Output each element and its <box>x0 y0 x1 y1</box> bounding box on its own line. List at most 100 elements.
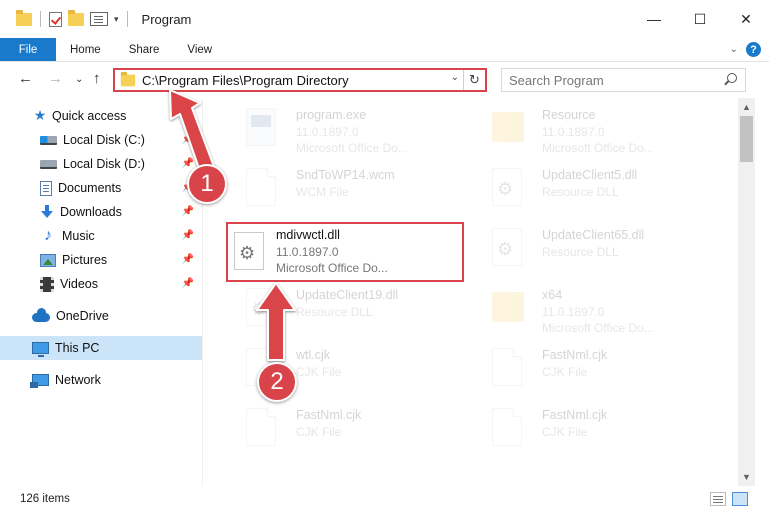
maximize-button[interactable]: ☐ <box>677 0 723 38</box>
pane-divider[interactable] <box>202 98 203 486</box>
file-name: FastNml.cjk <box>296 408 362 422</box>
file-version: 11.0.1897.0 <box>542 305 605 319</box>
file-type: CJK File <box>542 365 588 379</box>
file-item[interactable]: FastNml.cjk CJK File <box>470 402 706 460</box>
details-view-button[interactable] <box>710 492 726 506</box>
file-type: WCM File <box>296 185 349 199</box>
file-item[interactable]: FastNml.cjk CJK File <box>470 342 706 400</box>
search-box[interactable]: Search Program <box>501 68 746 92</box>
pin-icon[interactable]: 📌 <box>182 158 194 169</box>
file-type: Resource DLL <box>542 185 619 199</box>
forward-button[interactable]: → <box>48 70 63 87</box>
sidebar-item-local-disk-d[interactable]: Local Disk (D:) 📌 <box>0 152 202 176</box>
file-item[interactable]: FastNml.cjk CJK File <box>224 402 460 460</box>
tab-file[interactable]: File <box>0 38 56 61</box>
sidebar-item-music[interactable]: ♪ Music 📌 <box>0 224 202 248</box>
file-description: Microsoft Office Do... <box>542 141 654 155</box>
recent-locations-chevron-icon[interactable]: ⌄ <box>75 74 83 85</box>
documents-icon <box>40 180 52 196</box>
sidebar-item-label: Network <box>55 373 101 387</box>
file-name: wtl.cjk <box>296 348 331 362</box>
file-item[interactable]: UpdateClient19.dll Resource DLL <box>224 282 460 340</box>
sidebar-item-pictures[interactable]: Pictures 📌 <box>0 248 202 272</box>
address-path[interactable]: C:\Program Files\Program Directory <box>142 73 349 88</box>
sidebar-item-documents[interactable]: Documents 📌 <box>0 176 202 200</box>
new-folder-icon[interactable] <box>68 9 84 26</box>
file-name: mdivwctl.dll <box>276 228 340 242</box>
sidebar-item-label: Music <box>62 229 95 243</box>
file-version: 11.0.1897.0 <box>296 125 359 139</box>
properties-check-icon[interactable] <box>49 11 62 27</box>
navigation-pane: ★ Quick access Local Disk (C:) 📌 Local D… <box>0 98 202 486</box>
sidebar-item-downloads[interactable]: Downloads 📌 <box>0 200 202 224</box>
file-type: CJK File <box>542 425 588 439</box>
minimize-button[interactable]: — <box>631 0 677 38</box>
pin-icon[interactable]: 📌 <box>182 254 194 265</box>
expand-ribbon-chevron-icon[interactable]: ⌄ <box>730 44 738 55</box>
toolbar-separator <box>126 11 128 27</box>
file-item[interactable]: SndToWP14.wcm WCM File <box>224 162 460 220</box>
tiles-view-button[interactable] <box>732 492 748 506</box>
pin-icon[interactable]: 📌 <box>182 230 194 241</box>
refresh-button[interactable]: ↻ <box>463 70 485 90</box>
step-2-badge: 2 <box>257 362 297 402</box>
sidebar-item-this-pc[interactable]: This PC <box>0 336 202 360</box>
ribbon-tabs: File Home Share View ⌄ ? <box>0 38 769 62</box>
sidebar-item-local-disk-c[interactable]: Local Disk (C:) 📌 <box>0 128 202 152</box>
dll-file-icon <box>246 288 276 326</box>
file-description: Microsoft Office Do... <box>296 141 408 155</box>
star-icon: ★ <box>33 107 47 123</box>
search-icon[interactable] <box>727 73 737 83</box>
scroll-up-arrow-icon[interactable]: ▲ <box>742 102 751 112</box>
back-button[interactable]: ← <box>18 70 33 87</box>
close-button[interactable]: ✕ <box>723 0 769 38</box>
file-item[interactable]: x64 11.0.1897.0 Microsoft Office Do... <box>470 282 706 340</box>
pin-icon[interactable]: 📌 <box>182 278 194 289</box>
search-input[interactable]: Search Program <box>509 73 604 88</box>
document-file-icon <box>492 408 522 446</box>
status-bar: 126 items <box>0 486 769 528</box>
pin-icon[interactable]: 📌 <box>182 134 194 145</box>
pin-icon[interactable]: 📌 <box>182 206 194 217</box>
file-name: FastNml.cjk <box>542 408 608 422</box>
quick-access-toolbar: ▾ Program <box>0 0 191 38</box>
file-version: 11.0.1897.0 <box>542 125 605 139</box>
file-description: Microsoft Office Do... <box>542 321 654 335</box>
scroll-down-arrow-icon[interactable]: ▼ <box>742 472 751 482</box>
customize-toolbar-chevron-icon[interactable]: ▾ <box>114 14 119 25</box>
sidebar-item-quick-access[interactable]: ★ Quick access <box>0 104 202 128</box>
file-type: CJK File <box>296 425 342 439</box>
file-item[interactable]: Resource 11.0.1897.0 Microsoft Office Do… <box>470 102 706 160</box>
file-name: UpdateClient5.dll <box>542 168 638 182</box>
item-count: 126 items <box>20 493 70 505</box>
music-icon: ♪ <box>44 227 52 244</box>
address-bar[interactable]: C:\Program Files\Program Directory ⌄ ↻ <box>113 68 487 92</box>
sidebar-item-label: Pictures <box>62 253 108 267</box>
file-item[interactable]: program.exe 11.0.1897.0 Microsoft Office… <box>224 102 460 160</box>
file-description: Microsoft Office Do... <box>276 261 388 275</box>
tab-view[interactable]: View <box>173 38 226 61</box>
dll-file-icon <box>492 168 522 206</box>
sidebar-item-videos[interactable]: Videos 📌 <box>0 272 202 296</box>
sidebar-item-label: Quick access <box>52 109 127 123</box>
file-item-highlighted[interactable]: mdivwctl.dll 11.0.1897.0 Microsoft Offic… <box>226 222 464 282</box>
address-dropdown-chevron-icon[interactable]: ⌄ <box>451 72 459 83</box>
file-item[interactable]: UpdateClient5.dll Resource DLL <box>470 162 706 220</box>
dll-file-icon <box>492 228 522 266</box>
tab-home[interactable]: Home <box>56 38 115 61</box>
disk-icon <box>40 135 57 145</box>
address-folder-icon <box>120 71 136 86</box>
tab-share[interactable]: Share <box>115 38 174 61</box>
help-icon[interactable]: ? <box>746 42 761 57</box>
sidebar-item-network[interactable]: Network <box>0 368 202 392</box>
vertical-scrollbar[interactable]: ▲ ▼ <box>738 98 755 486</box>
properties-list-icon[interactable] <box>90 12 108 26</box>
up-button[interactable]: ↑ <box>93 70 101 87</box>
downloads-icon <box>40 205 54 219</box>
pictures-icon <box>40 253 56 267</box>
file-item[interactable]: UpdateClient65.dll Resource DLL <box>470 222 706 280</box>
scrollbar-thumb[interactable] <box>740 116 753 162</box>
sidebar-item-onedrive[interactable]: OneDrive <box>0 304 202 328</box>
sidebar-item-label: OneDrive <box>56 309 109 323</box>
exe-file-icon <box>246 108 276 146</box>
